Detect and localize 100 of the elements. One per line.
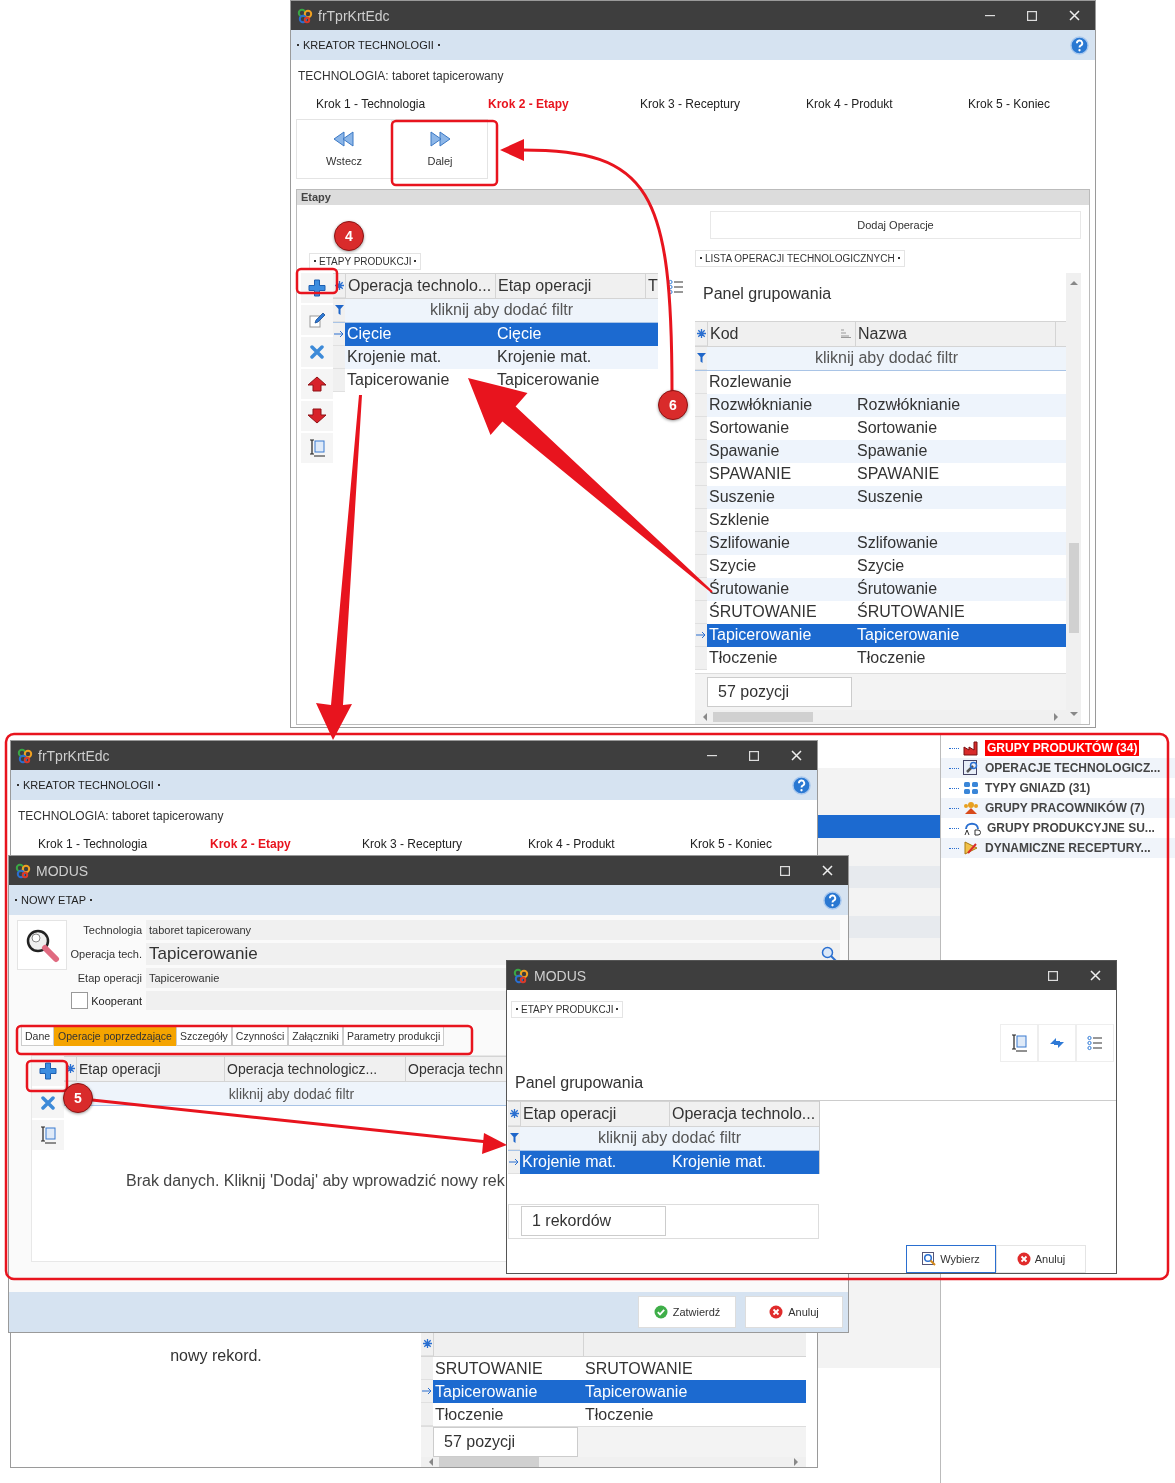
add-icon[interactable] [308, 278, 326, 297]
back-button[interactable]: Wstecz [296, 119, 392, 179]
table-row[interactable]: Krojenie mat. Krojenie mat. [508, 1150, 819, 1174]
table-row[interactable]: Śrutowanie Śrutowanie [695, 577, 1066, 601]
table-row[interactable]: Spawanie Spawanie [695, 439, 1066, 463]
form-title: NOWY ETAP [15, 894, 92, 906]
table-row[interactable]: Tłoczenie Tłoczenie [421, 1403, 806, 1426]
maximize-icon[interactable] [1027, 10, 1037, 21]
table-row[interactable]: Szklenie [695, 508, 1066, 532]
tab[interactable]: Operacje poprzedzające [54, 1025, 176, 1046]
table-row[interactable]: SPAWANIE SPAWANIE [695, 462, 1066, 486]
horizontal-scrollbar[interactable] [421, 1457, 806, 1467]
select-button[interactable]: Wybierz [906, 1245, 996, 1273]
column-header[interactable]: Operacja technolo... [669, 1101, 819, 1126]
tree-item[interactable]: TYPY GNIAZD (31) [983, 780, 1093, 796]
column-header[interactable]: T [645, 273, 658, 298]
table-row[interactable]: Szycie Szycie [695, 554, 1066, 578]
minimize-icon[interactable] [985, 14, 995, 17]
column-header[interactable]: Etap operacji [76, 1057, 224, 1081]
tab[interactable]: Załączniki [288, 1025, 343, 1046]
list-icon[interactable] [1087, 1034, 1103, 1051]
delete-icon[interactable] [41, 1096, 55, 1110]
vertical-scrollbar[interactable] [1066, 272, 1081, 724]
text-field[interactable]: taboret tapicerowany [146, 920, 840, 940]
window-title: MODUS [36, 862, 90, 879]
window-title: frTprKrtEdc [318, 7, 391, 24]
filter-row[interactable]: kliknij aby dodać filtr [333, 298, 658, 323]
cancel-button[interactable]: Anuluj [996, 1245, 1086, 1273]
table-row[interactable]: ŚRUTOWANIE ŚRUTOWANIE [695, 600, 1066, 624]
wizard-step[interactable]: Krok 5 - Koniec [968, 97, 1051, 115]
column-header[interactable]: Operacja technolo... [345, 273, 495, 298]
filter-hint[interactable]: kliknij aby dodać filtr [814, 349, 959, 367]
app-logo-icon [297, 7, 313, 24]
column-header[interactable]: Etap operacji [520, 1101, 669, 1126]
column-header[interactable]: Nazwa [855, 321, 1055, 346]
wizard-step[interactable]: Krok 3 - Receptury [640, 97, 806, 115]
tree-item[interactable]: GRUPY PRODUKTÓW (34) [985, 740, 1140, 756]
delete-icon[interactable] [310, 344, 324, 359]
table-row[interactable]: Suszenie Suszenie [695, 485, 1066, 509]
tree-item[interactable]: GRUPY PRODUKCYJNE SU... [985, 820, 1157, 836]
wizard-step[interactable]: Krok 1 - Technologia [316, 97, 488, 115]
help-icon[interactable] [1070, 35, 1089, 55]
table-cell: Sortowanie [857, 419, 938, 436]
add-icon[interactable] [39, 1062, 57, 1080]
list-icon[interactable] [668, 278, 684, 295]
search-icon[interactable] [821, 946, 837, 962]
close-icon[interactable] [1068, 10, 1080, 21]
maximize-icon[interactable] [749, 750, 759, 761]
table-row[interactable]: Tłoczenie Tłoczenie [695, 646, 1066, 670]
table-row[interactable]: Tapicerowanie Tapicerowanie [421, 1380, 806, 1403]
column-chooser-icon[interactable] [40, 1126, 56, 1144]
sort-icon [841, 329, 851, 338]
next-button[interactable]: Dalej [392, 119, 488, 179]
table-row[interactable]: Tapicerowanie Tapicerowanie [695, 623, 1066, 647]
text-field[interactable]: Tapicerowanie [146, 943, 840, 965]
wizard-step[interactable]: Krok 1 - Technologia [38, 837, 210, 855]
column-header[interactable]: Etap operacji [495, 273, 645, 298]
filter-icon[interactable] [509, 1132, 519, 1143]
table-row[interactable]: Rozwłóknianie Rozwłóknianie [695, 393, 1066, 417]
filter-hint[interactable]: kliknij aby dodać filtr [429, 301, 574, 319]
table-row[interactable]: Krojenie mat. Krojenie mat. [333, 345, 658, 369]
wizard-step[interactable]: Krok 5 - Koniec [690, 837, 773, 855]
column-chooser-icon[interactable] [1011, 1033, 1027, 1052]
column-header[interactable]: Kod [707, 321, 855, 346]
pencil-icon[interactable] [309, 311, 325, 328]
table-row[interactable]: Szlifowanie Szlifowanie [695, 531, 1066, 555]
filter-hint[interactable]: kliknij aby dodać filtr [228, 1085, 355, 1102]
filter-icon[interactable] [696, 352, 706, 363]
table-row[interactable]: Rozlewanie [695, 370, 1066, 394]
minimize-icon[interactable] [707, 754, 717, 757]
wizard-step[interactable]: Krok 4 - Produkt [806, 97, 968, 115]
column-header[interactable]: Operacja technologicz... [224, 1057, 405, 1081]
help-icon[interactable] [823, 890, 842, 910]
maximize-icon[interactable] [780, 865, 790, 876]
filter-hint[interactable]: kliknij aby dodać filtr [597, 1129, 742, 1147]
wizard-step[interactable]: Krok 3 - Receptury [362, 837, 528, 855]
add-operation-button[interactable]: Dodaj Operacje [710, 211, 1081, 239]
close-icon[interactable] [1089, 970, 1101, 981]
table-cell: Tapicerowanie [857, 626, 960, 643]
wizard-step[interactable]: Krok 2 - Etapy [488, 97, 640, 115]
close-icon[interactable] [790, 750, 802, 761]
help-icon[interactable] [792, 775, 811, 795]
table-row[interactable]: SRUTOWANIE SRUTOWANIE [421, 1357, 806, 1380]
tab[interactable]: Dane [21, 1025, 55, 1046]
move-up-icon[interactable] [307, 375, 327, 392]
close-icon[interactable] [821, 865, 833, 876]
confirm-button[interactable]: Zatwierdź [638, 1296, 736, 1328]
wizard-step[interactable]: Krok 2 - Etapy [210, 837, 362, 855]
wizard-step[interactable]: Krok 4 - Produkt [528, 837, 690, 855]
cancel-button[interactable]: Anuluj [745, 1296, 843, 1328]
column-chooser-icon[interactable] [309, 438, 325, 457]
filter-row[interactable]: kliknij aby dodać filtr [508, 1126, 819, 1151]
checkbox[interactable] [71, 992, 89, 1009]
filter-row[interactable]: kliknij aby dodać filtr [695, 346, 1066, 371]
table-row[interactable]: Sortowanie Sortowanie [695, 416, 1066, 440]
table-row[interactable]: Cięcie Cięcie [333, 322, 658, 346]
table-cell: Suszenie [709, 488, 775, 505]
maximize-icon[interactable] [1048, 970, 1058, 981]
arc-arrow-icon [963, 820, 981, 836]
move-down-icon[interactable] [307, 407, 327, 424]
